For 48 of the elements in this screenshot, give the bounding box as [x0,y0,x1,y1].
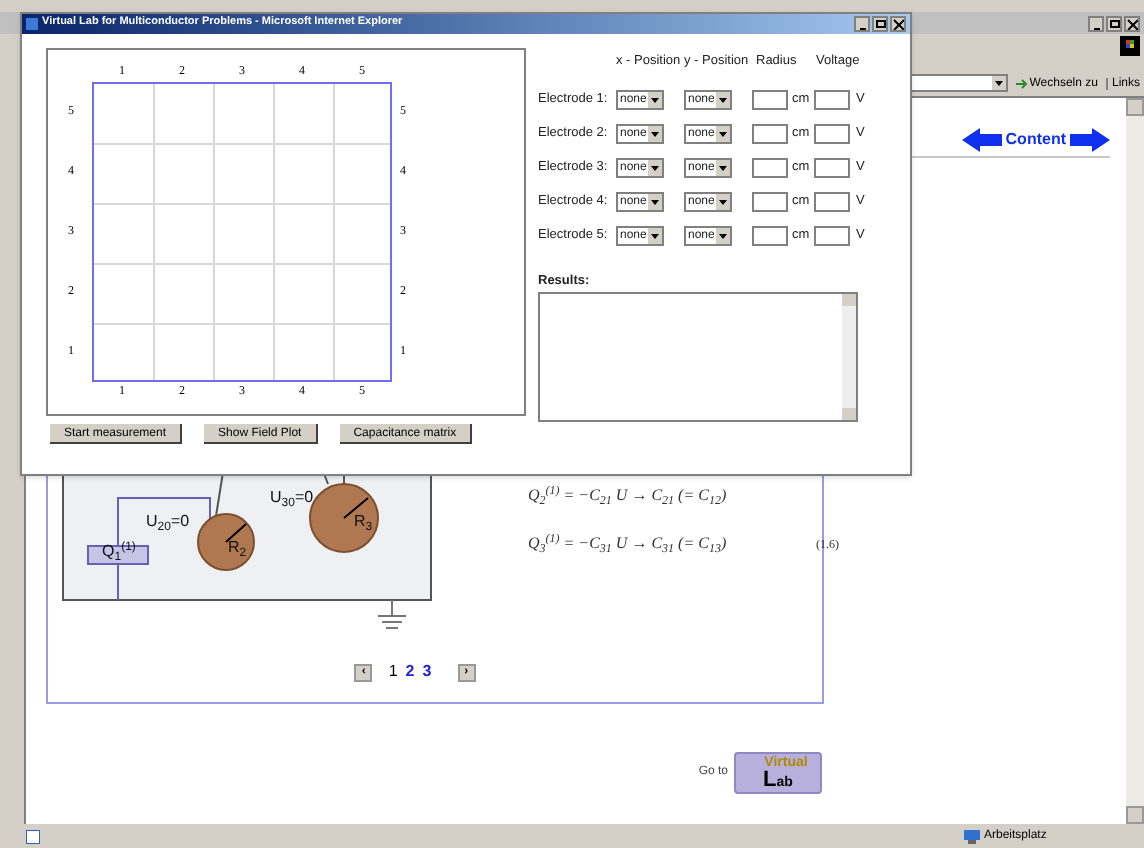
equation: Q$_{2}$$^{(1)}$ = −C$_{21}$ U → C$_{21}$ (= C$_{12}$) [528,484,729,508]
dropdown-arrow-icon[interactable] [648,160,662,176]
diagram-label: R$_{2}$ [228,540,247,556]
scrollbar[interactable] [1126,98,1144,824]
diagram-label: U$_{30}$=0 [270,490,314,506]
voltage-field[interactable] [814,124,850,144]
minimize-icon[interactable] [1088,15,1104,31]
minimize-icon[interactable] [854,16,870,32]
close-icon[interactable] [890,16,906,32]
computer-icon [964,829,980,843]
page-link[interactable]: 1 [388,660,398,684]
voltage-field[interactable] [814,90,850,110]
browser-icon [26,18,38,30]
radius-field[interactable] [752,158,788,178]
left-arrow-icon[interactable] [961,128,1002,152]
dropdown-arrow-icon[interactable] [648,194,662,210]
arrow-icon [1015,77,1028,89]
dropdown-arrow-icon[interactable] [648,92,662,108]
dropdown-arrow-icon[interactable] [716,160,730,176]
radius-field[interactable] [752,124,788,144]
radius-field[interactable] [752,226,788,246]
voltage-field[interactable] [814,226,850,246]
dropdown-arrow-icon[interactable] [991,76,1006,90]
diagram-label: U$_{20}$=0 [146,514,190,530]
radius-field[interactable] [752,192,788,212]
dropdown-arrow-icon[interactable] [716,92,730,108]
content-nav[interactable]: Content [961,128,1110,152]
dropdown-arrow-icon[interactable] [648,126,662,142]
close-icon[interactable] [1124,15,1140,31]
results-textarea[interactable] [538,292,858,422]
maximize-icon[interactable] [1106,15,1122,31]
voltage-field[interactable] [814,192,850,212]
windows-logo-icon [1120,36,1140,56]
scrollbar[interactable] [842,294,856,420]
diagram-label: R$_{3}$ [354,514,373,530]
dropdown-arrow-icon[interactable] [716,126,730,142]
page-link[interactable]: 3 [422,660,432,684]
radius-field[interactable] [752,90,788,110]
dropdown-arrow-icon[interactable] [648,228,662,244]
page-link[interactable]: 2 [405,660,415,684]
right-arrow-icon[interactable] [1070,128,1110,152]
dropdown-arrow-icon[interactable] [716,194,730,210]
dropdown-arrow-icon[interactable] [716,228,730,244]
content-link[interactable]: Content [1001,128,1070,152]
voltage-field[interactable] [814,158,850,178]
equation: Q$_{3}$$^{(1)}$ = −C$_{31}$ U → C$_{31}$ (= C$_{13}$) [528,532,729,556]
page-icon [26,829,40,843]
maximize-icon[interactable] [872,16,888,32]
